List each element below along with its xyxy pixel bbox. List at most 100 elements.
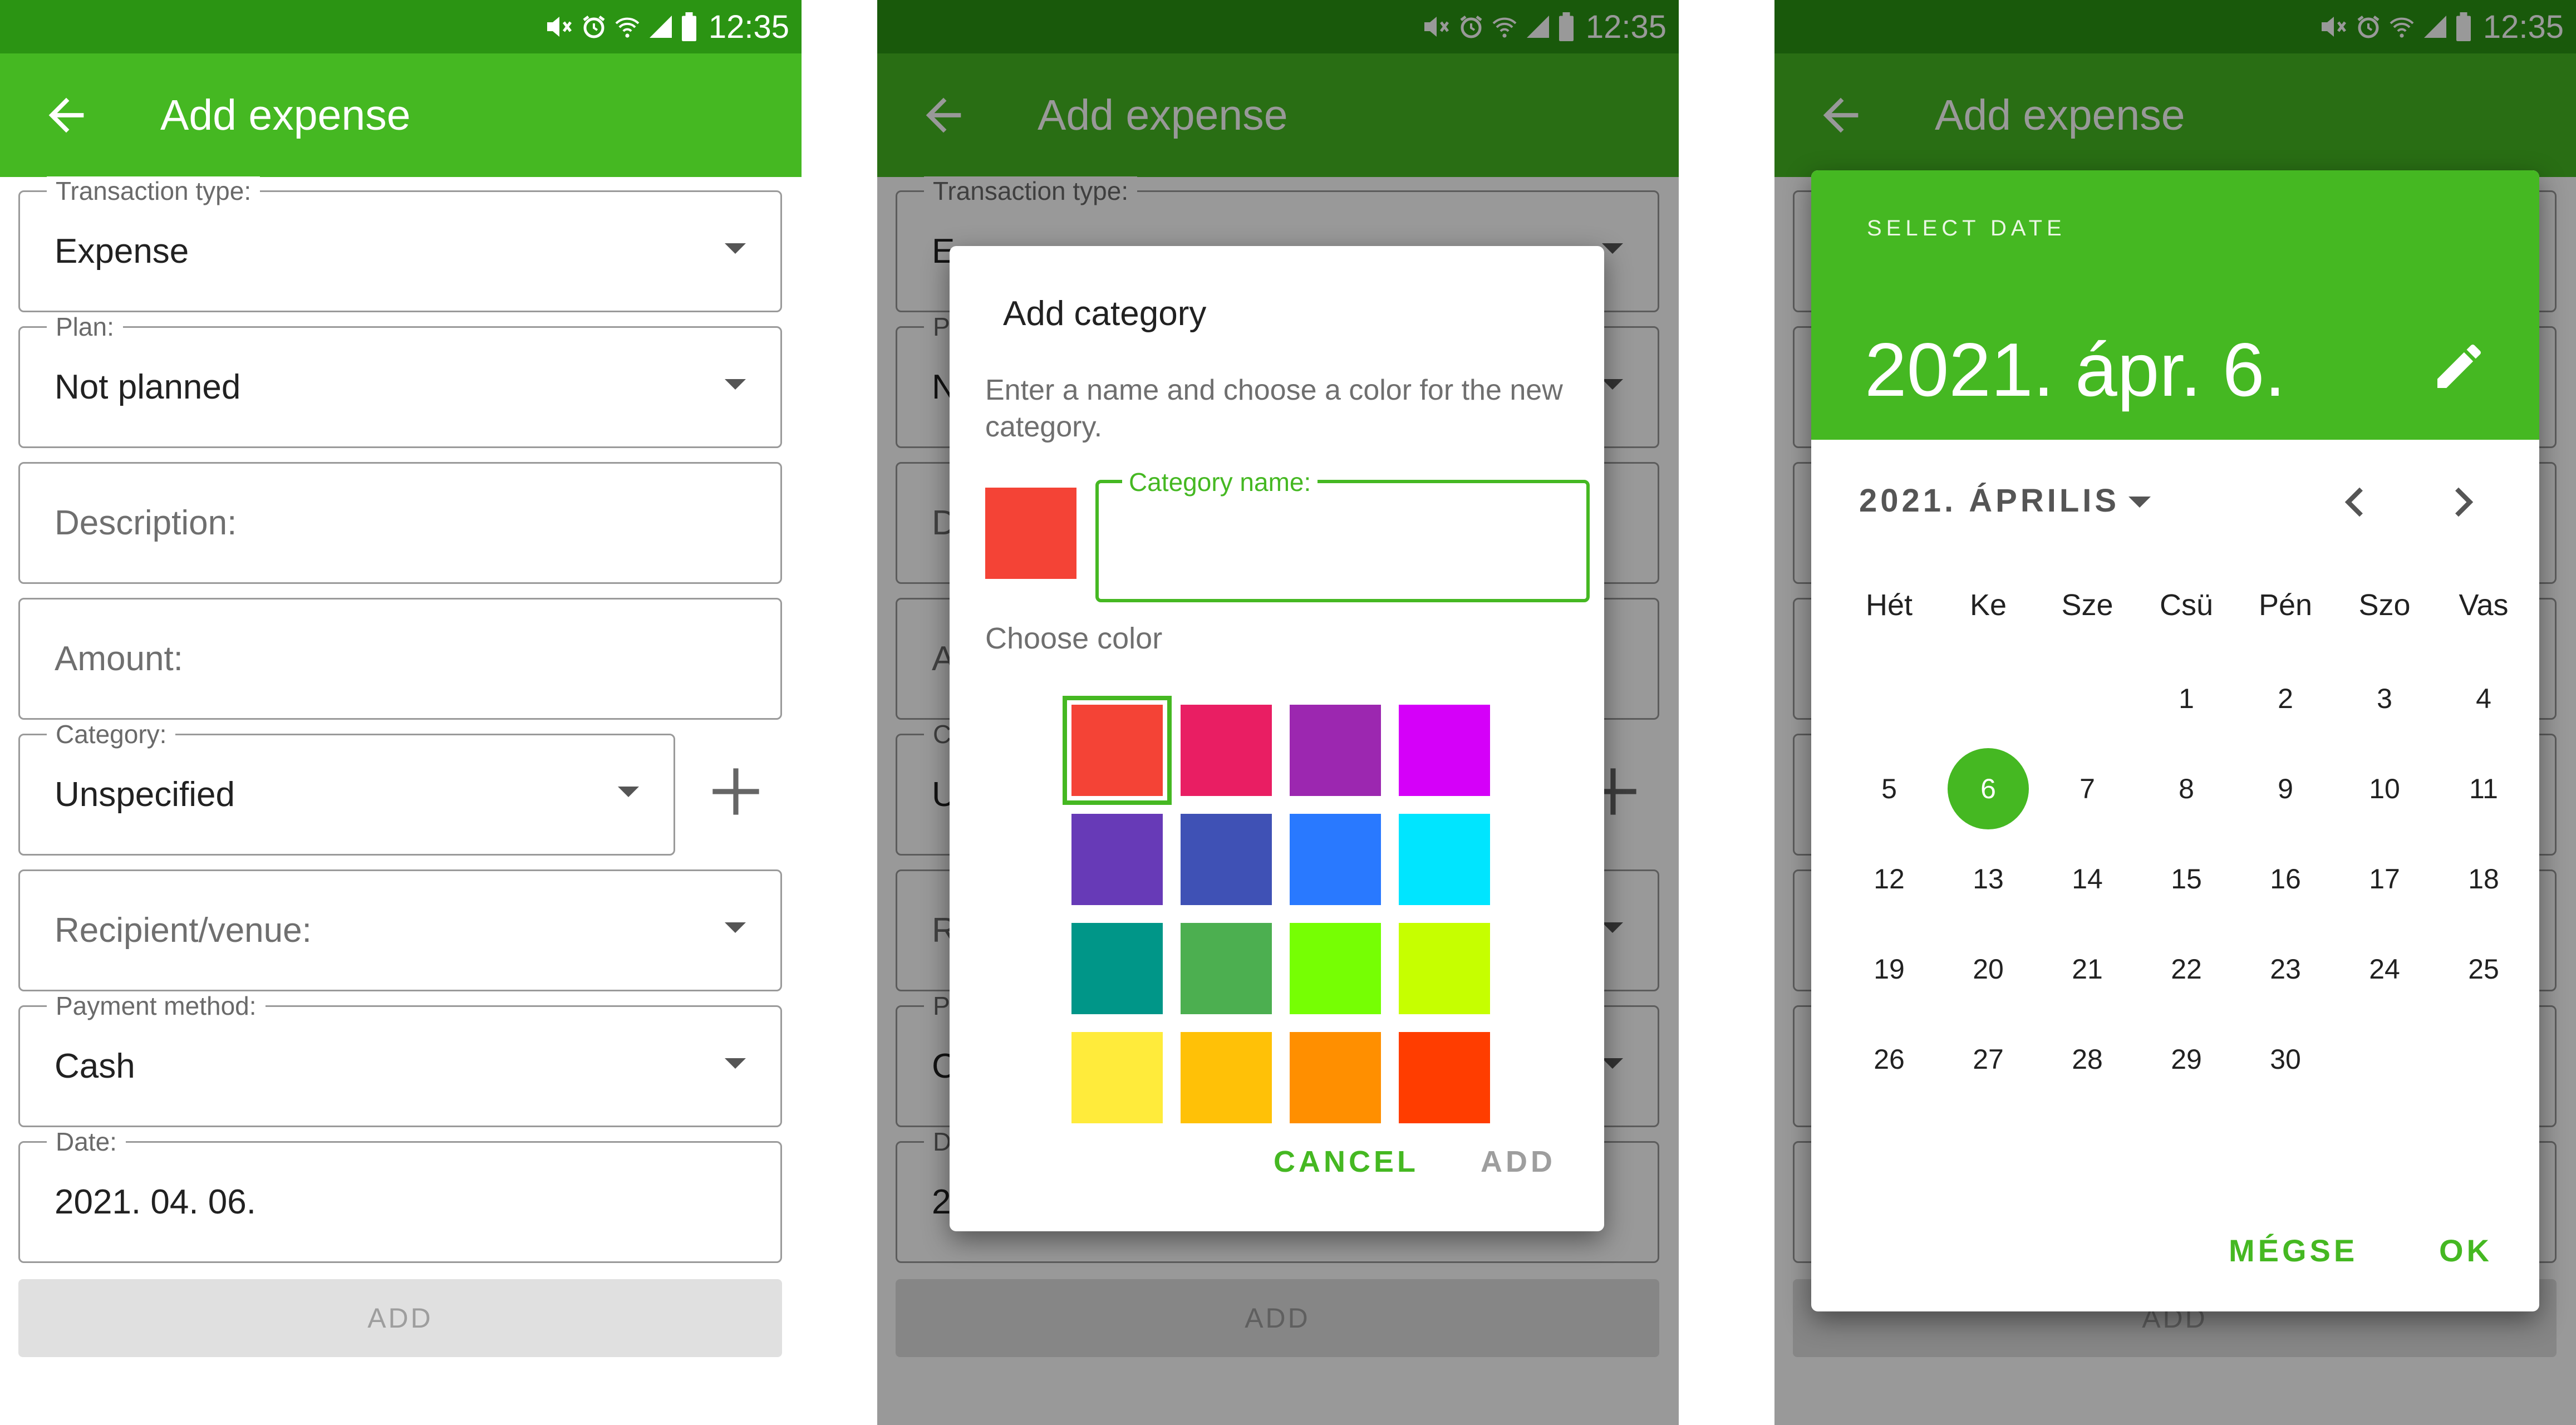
date-value: 2021. 04. 06. xyxy=(55,1183,256,1221)
select-date-label: SELECT DATE xyxy=(1867,216,2066,240)
dropdown-arrow-icon xyxy=(725,1058,746,1069)
calendar-day[interactable]: 14 xyxy=(2047,838,2128,920)
add-button[interactable]: ADD xyxy=(18,1279,782,1357)
calendar-day[interactable]: 17 xyxy=(2344,838,2425,920)
calendar-day[interactable]: 23 xyxy=(2245,928,2326,1010)
color-swatch[interactable] xyxy=(1071,1032,1163,1123)
payment-method-select[interactable]: Payment method: Cash xyxy=(18,991,782,1127)
date-picker-header: SELECT DATE 2021. ápr. 6. xyxy=(1811,170,2539,440)
color-swatch[interactable] xyxy=(1181,705,1272,796)
battery-icon xyxy=(681,12,696,41)
pencil-icon[interactable] xyxy=(2430,337,2488,395)
color-swatch[interactable] xyxy=(1063,696,1172,805)
calendar-day[interactable]: 12 xyxy=(1849,838,1930,920)
mute-icon xyxy=(547,17,572,37)
calendar-day[interactable]: 26 xyxy=(1849,1019,1930,1100)
calendar-day[interactable]: 28 xyxy=(2047,1019,2128,1100)
amount-placeholder: Amount: xyxy=(55,640,183,678)
dialog-message: Enter a name and choose a color for the … xyxy=(985,374,1563,443)
cancel-button[interactable]: MÉGSE xyxy=(2229,1232,2358,1269)
calendar-day[interactable]: 19 xyxy=(1849,928,1930,1010)
calendar-day[interactable]: 24 xyxy=(2344,928,2425,1010)
calendar-day[interactable]: 20 xyxy=(1948,928,2029,1010)
category-name-label: Category name: xyxy=(1122,468,1318,497)
cancel-button[interactable]: CANCEL xyxy=(1274,1144,1419,1179)
arrow-left-icon[interactable] xyxy=(40,89,92,141)
color-swatch[interactable] xyxy=(1399,814,1490,905)
dropdown-arrow-icon xyxy=(618,787,639,797)
status-time: 12:35 xyxy=(708,8,789,45)
color-swatch[interactable] xyxy=(1399,1032,1490,1123)
recipient-select[interactable]: Recipient/venue: xyxy=(18,869,782,991)
calendar-day[interactable]: 18 xyxy=(2443,838,2524,920)
status-bar: 12:35 xyxy=(0,0,802,53)
choose-color-label: Choose color xyxy=(985,622,1163,655)
color-swatch[interactable] xyxy=(1181,1032,1272,1123)
color-swatch[interactable] xyxy=(1290,923,1381,1014)
signal-icon xyxy=(649,16,672,38)
add-button[interactable]: ADD xyxy=(1481,1144,1556,1179)
ok-button[interactable]: OK xyxy=(2439,1232,2493,1269)
wifi-icon xyxy=(615,17,640,38)
calendar-day[interactable]: 10 xyxy=(2344,748,2425,829)
screen-add-category-dialog: 12:35 Add expense Transaction type: E P … xyxy=(877,0,1679,1425)
calendar-day[interactable]: 16 xyxy=(2245,838,2326,920)
color-swatch[interactable] xyxy=(1290,814,1381,905)
dropdown-arrow-icon xyxy=(725,922,746,933)
calendar-day[interactable]: 27 xyxy=(1948,1019,2029,1100)
calendar-day[interactable]: 30 xyxy=(2245,1019,2326,1100)
dropdown-arrow-icon xyxy=(725,379,746,390)
color-swatch[interactable] xyxy=(1071,923,1163,1014)
selected-date-text: 2021. ápr. 6. xyxy=(1865,327,2286,412)
description-input[interactable]: Description: xyxy=(18,462,782,584)
dialog-title: Add category xyxy=(1003,294,1207,333)
category-value: Unspecified xyxy=(55,775,235,814)
calendar-day[interactable]: 2 xyxy=(2245,658,2326,739)
app-bar: Add expense xyxy=(0,53,802,177)
calendar-day[interactable]: 22 xyxy=(2146,928,2227,1010)
plan-select[interactable]: Plan: Not planned xyxy=(18,312,782,448)
screen-add-expense: 12:35 Add expense Transaction type: Expe… xyxy=(0,0,802,1425)
color-swatch[interactable] xyxy=(1399,923,1490,1014)
calendar-day[interactable]: 3 xyxy=(2344,658,2425,739)
color-swatch[interactable] xyxy=(1399,705,1490,796)
chevron-left-icon[interactable] xyxy=(2333,480,2378,524)
color-swatch[interactable] xyxy=(1181,814,1272,905)
add-category-dialog: Add category Enter a name and choose a c… xyxy=(950,246,1604,1231)
color-swatch[interactable] xyxy=(1290,1032,1381,1123)
transaction-type-select[interactable]: Transaction type: Expense xyxy=(18,176,782,312)
calendar-day[interactable]: 1 xyxy=(2146,658,2227,739)
calendar-day[interactable]: 7 xyxy=(2047,748,2128,829)
chevron-down-icon[interactable] xyxy=(2128,497,2151,508)
date-field[interactable]: Date: 2021. 04. 06. xyxy=(18,1127,782,1263)
recipient-placeholder: Recipient/venue: xyxy=(55,911,312,950)
calendar-day[interactable]: 8 xyxy=(2146,748,2227,829)
month-year-selector[interactable]: 2021. ÁPRILIS xyxy=(1859,482,2120,519)
add-category-button[interactable] xyxy=(708,764,764,819)
description-placeholder: Description: xyxy=(55,504,237,542)
calendar-day[interactable]: 13 xyxy=(1948,838,2029,920)
transaction-type-value: Expense xyxy=(55,232,189,271)
calendar-day[interactable]: 9 xyxy=(2245,748,2326,829)
dropdown-arrow-icon xyxy=(725,243,746,254)
calendar-day[interactable]: 25 xyxy=(2443,928,2524,1010)
category-name-input[interactable]: Category name: xyxy=(1095,468,1590,602)
color-swatch[interactable] xyxy=(1181,923,1272,1014)
chevron-right-icon[interactable] xyxy=(2440,480,2485,524)
alarm-icon xyxy=(583,16,605,38)
calendar-day[interactable]: 21 xyxy=(2047,928,2128,1010)
date-picker-dialog: SELECT DATE 2021. ápr. 6. 2021. ÁPRILIS … xyxy=(1811,170,2539,1311)
calendar-day[interactable]: 15 xyxy=(2146,838,2227,920)
calendar-day[interactable]: 6 xyxy=(1948,748,2029,829)
color-swatch[interactable] xyxy=(1290,705,1381,796)
amount-input[interactable]: Amount: xyxy=(18,598,782,720)
calendar-day[interactable]: 29 xyxy=(2146,1019,2227,1100)
color-swatch[interactable] xyxy=(1071,814,1163,905)
category-select[interactable]: Category: Unspecified xyxy=(18,720,675,856)
weekday-label: Szo xyxy=(2358,588,2411,622)
calendar-day[interactable]: 4 xyxy=(2443,658,2524,739)
page-title: Add expense xyxy=(160,91,411,139)
calendar-day[interactable]: 11 xyxy=(2443,748,2524,829)
weekday-label: Vas xyxy=(2459,588,2509,622)
calendar-day[interactable]: 5 xyxy=(1849,748,1930,829)
